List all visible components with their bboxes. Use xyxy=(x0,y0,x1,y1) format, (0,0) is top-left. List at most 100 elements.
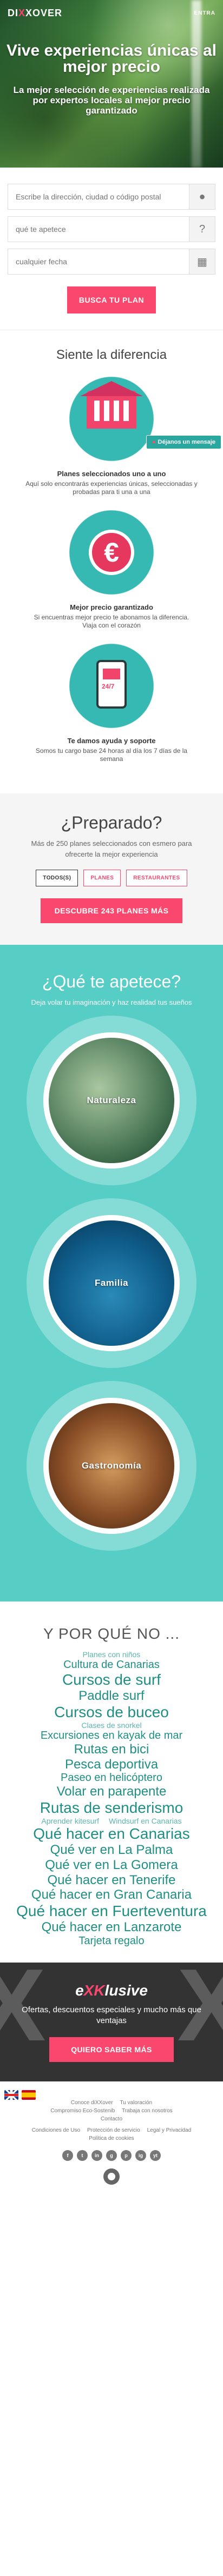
feature-item: € Mejor precio garantizado Si encuentras… xyxy=(8,505,215,630)
youtube-icon[interactable]: yt xyxy=(150,2150,161,2161)
footer-links-row: Compromiso Eco-Sostenib Trabaja con noso… xyxy=(8,2107,215,2115)
category-label: Gastronomía xyxy=(81,1460,142,1471)
suggestion-link[interactable]: Cursos de surf xyxy=(8,1671,215,1689)
suggestion-link[interactable]: Qué hacer en Gran Canaria xyxy=(8,1887,215,1903)
house-illustration-icon: ● Déjanos un mensaje xyxy=(64,371,222,466)
suggestion-link[interactable]: Clases de snorkel xyxy=(8,1721,215,1730)
logo-text-post: XOVER xyxy=(25,8,63,18)
feature-text: Somos tu cargo base 24 horas al día los … xyxy=(35,747,188,763)
suggestion-link[interactable]: Aprender kitesurf xyxy=(41,1817,99,1825)
suggestion-link[interactable]: Qué hacer en Fuerteventura xyxy=(8,1903,215,1920)
address-field: ● xyxy=(8,184,215,210)
suggestion-link[interactable]: Tarjeta regalo xyxy=(8,1935,215,1947)
phone-label: 24/7 xyxy=(102,683,115,690)
suggestion-link[interactable]: Windsurf en Canarias xyxy=(109,1817,182,1825)
suggestion-link[interactable]: Cultura de Canarias xyxy=(8,1659,215,1671)
pinterest-icon[interactable]: p xyxy=(121,2150,132,2161)
suggestion-link[interactable]: Qué ver en La Gomera xyxy=(8,1858,215,1873)
footer-link[interactable]: Contacto xyxy=(101,2116,122,2122)
facebook-icon[interactable]: f xyxy=(62,2150,73,2161)
filter-plans[interactable]: PLANES xyxy=(83,870,121,886)
exklusive-title-pre: e xyxy=(75,1981,84,1999)
twitter-icon[interactable]: t xyxy=(77,2150,88,2161)
suggestion-link[interactable]: Qué hacer en Tenerife xyxy=(8,1873,215,1888)
house-icon xyxy=(80,381,143,429)
what-input[interactable] xyxy=(8,217,189,242)
features-title: Siente la diferencia xyxy=(56,348,167,362)
message-chip-label: Déjanos un mensaje xyxy=(158,439,216,445)
hero-subtitle: La mejor selección de experiencias reali… xyxy=(13,85,210,116)
exklusive-text: Ofertas, descuentos especiales y mucho m… xyxy=(22,2005,201,2025)
footer-link[interactable]: Compromiso Eco-Sostenib xyxy=(50,2108,115,2114)
suggestion-link[interactable]: Rutas de senderismo xyxy=(8,1799,215,1817)
location-pin-icon[interactable]: ● xyxy=(189,184,215,209)
feature-item: 24/7 Te damos ayuda y soporte Somos tu c… xyxy=(8,638,215,763)
prepared-section: ¿Preparado? Más de 250 planes selecciona… xyxy=(0,793,223,945)
enter-link[interactable]: ENTRA xyxy=(194,10,215,16)
footer-link[interactable]: Conoce diXXover xyxy=(71,2100,113,2106)
suggestion-link[interactable]: Qué ver en La Palma xyxy=(8,1843,215,1858)
prepared-title: ¿Preparado? xyxy=(61,813,162,832)
footer-link[interactable]: Legal y Privacidad xyxy=(147,2127,192,2133)
discover-plans-button[interactable]: DESCUBRE 243 PLANES MÁS xyxy=(40,898,183,923)
instagram-icon[interactable]: ig xyxy=(135,2150,146,2161)
footer-link[interactable]: Condiciones de Uso xyxy=(32,2127,81,2133)
categories-section: ¿Qué te apetece? Deja volar tu imaginaci… xyxy=(0,945,223,1601)
address-input[interactable] xyxy=(8,184,189,209)
site-logo[interactable]: DIXXOVER xyxy=(8,8,62,19)
suggestion-link[interactable]: Paseo en helicóptero xyxy=(8,1772,215,1784)
exklusive-title-post: lusive xyxy=(104,1981,148,1999)
footer: Conoce diXXover Tu valoración Compromiso… xyxy=(0,2081,223,2201)
suggestion-link[interactable]: Cursos de buceo xyxy=(8,1704,215,1721)
feature-title: Mejor precio garantizado xyxy=(70,603,153,611)
footer-link[interactable]: Trabaja con nosotros xyxy=(122,2108,173,2114)
suggestions-title: Y POR QUÉ NO ... xyxy=(43,1625,180,1642)
question-icon[interactable]: ? xyxy=(189,217,215,242)
calendar-icon[interactable]: ▦ xyxy=(189,249,215,274)
suggestion-link[interactable]: Qué hacer en Canarias xyxy=(8,1825,215,1843)
category-label: Naturaleza xyxy=(87,1095,136,1105)
suggestion-link[interactable]: Planes con niños xyxy=(8,1650,215,1659)
categories-title: ¿Qué te apetece? xyxy=(42,972,181,991)
exklusive-title-x: XK xyxy=(83,1981,105,1999)
category-label: Familia xyxy=(94,1278,129,1288)
know-more-button[interactable]: QUIERO SABER MÁS xyxy=(49,2037,174,2062)
footer-links: Conoce diXXover Tu valoración Compromiso… xyxy=(8,2099,215,2143)
prepared-text: Más de 250 planes seleccionados con esme… xyxy=(31,839,192,858)
suggestion-link[interactable]: Qué hacer en Lanzarote xyxy=(8,1920,215,1935)
footer-link[interactable]: Protección de servicio xyxy=(87,2127,140,2133)
spain-flag-icon[interactable] xyxy=(22,2090,36,2100)
search-button[interactable]: BUSCA TU PLAN xyxy=(67,286,156,313)
suggestion-link[interactable]: Paddle surf xyxy=(8,1689,215,1704)
message-chip[interactable]: ● Déjanos un mensaje xyxy=(146,435,222,449)
google-icon[interactable]: g xyxy=(106,2150,117,2161)
hero-section: DIXXOVER ENTRA Vive experiencias únicas … xyxy=(0,0,223,168)
language-switcher xyxy=(4,2090,36,2100)
footer-link[interactable]: Política de cookies xyxy=(89,2135,134,2141)
date-input[interactable] xyxy=(8,249,189,274)
footer-links-row: Conoce diXXover Tu valoración xyxy=(8,2099,215,2107)
footer-link[interactable]: Tu valoración xyxy=(120,2100,152,2106)
category-image: Gastronomía xyxy=(43,1398,180,1534)
price-illustration-icon: € xyxy=(64,505,159,600)
category-image: Familia xyxy=(43,1215,180,1351)
suggestion-link[interactable]: Volar en parapente xyxy=(8,1784,215,1799)
suggestion-link[interactable]: Pesca deportiva xyxy=(8,1757,215,1772)
feature-text: Si encuentras mejor precio te abonamos l… xyxy=(34,613,189,629)
linkedin-icon[interactable]: in xyxy=(91,2150,102,2161)
category-naturaleza[interactable]: Naturaleza xyxy=(27,1016,196,1185)
filter-all[interactable]: TODOS(S) xyxy=(36,870,78,886)
categories-subtitle: Deja volar tu imaginación y haz realidad… xyxy=(31,998,192,1006)
filter-group: TODOS(S) PLANES RESTAURANTES xyxy=(8,870,215,886)
category-familia[interactable]: Familia xyxy=(27,1198,196,1368)
search-form: ● ? ▦ BUSCA TU PLAN xyxy=(0,168,223,330)
filter-restaurants[interactable]: RESTAURANTES xyxy=(126,870,187,886)
uk-flag-icon[interactable] xyxy=(4,2090,18,2100)
feature-text: Aquí solo encontrarás experiencias única… xyxy=(25,480,198,496)
euro-icon: € xyxy=(89,530,134,575)
feature-title: Te damos ayuda y soporte xyxy=(67,737,156,745)
feature-item: ● Déjanos un mensaje Planes seleccionados… xyxy=(8,371,222,496)
suggestion-link[interactable]: Rutas en bici xyxy=(8,1742,215,1757)
category-gastronomia[interactable]: Gastronomía xyxy=(27,1381,196,1551)
suggestion-link[interactable]: Excursiones en kayak de mar xyxy=(8,1730,215,1742)
